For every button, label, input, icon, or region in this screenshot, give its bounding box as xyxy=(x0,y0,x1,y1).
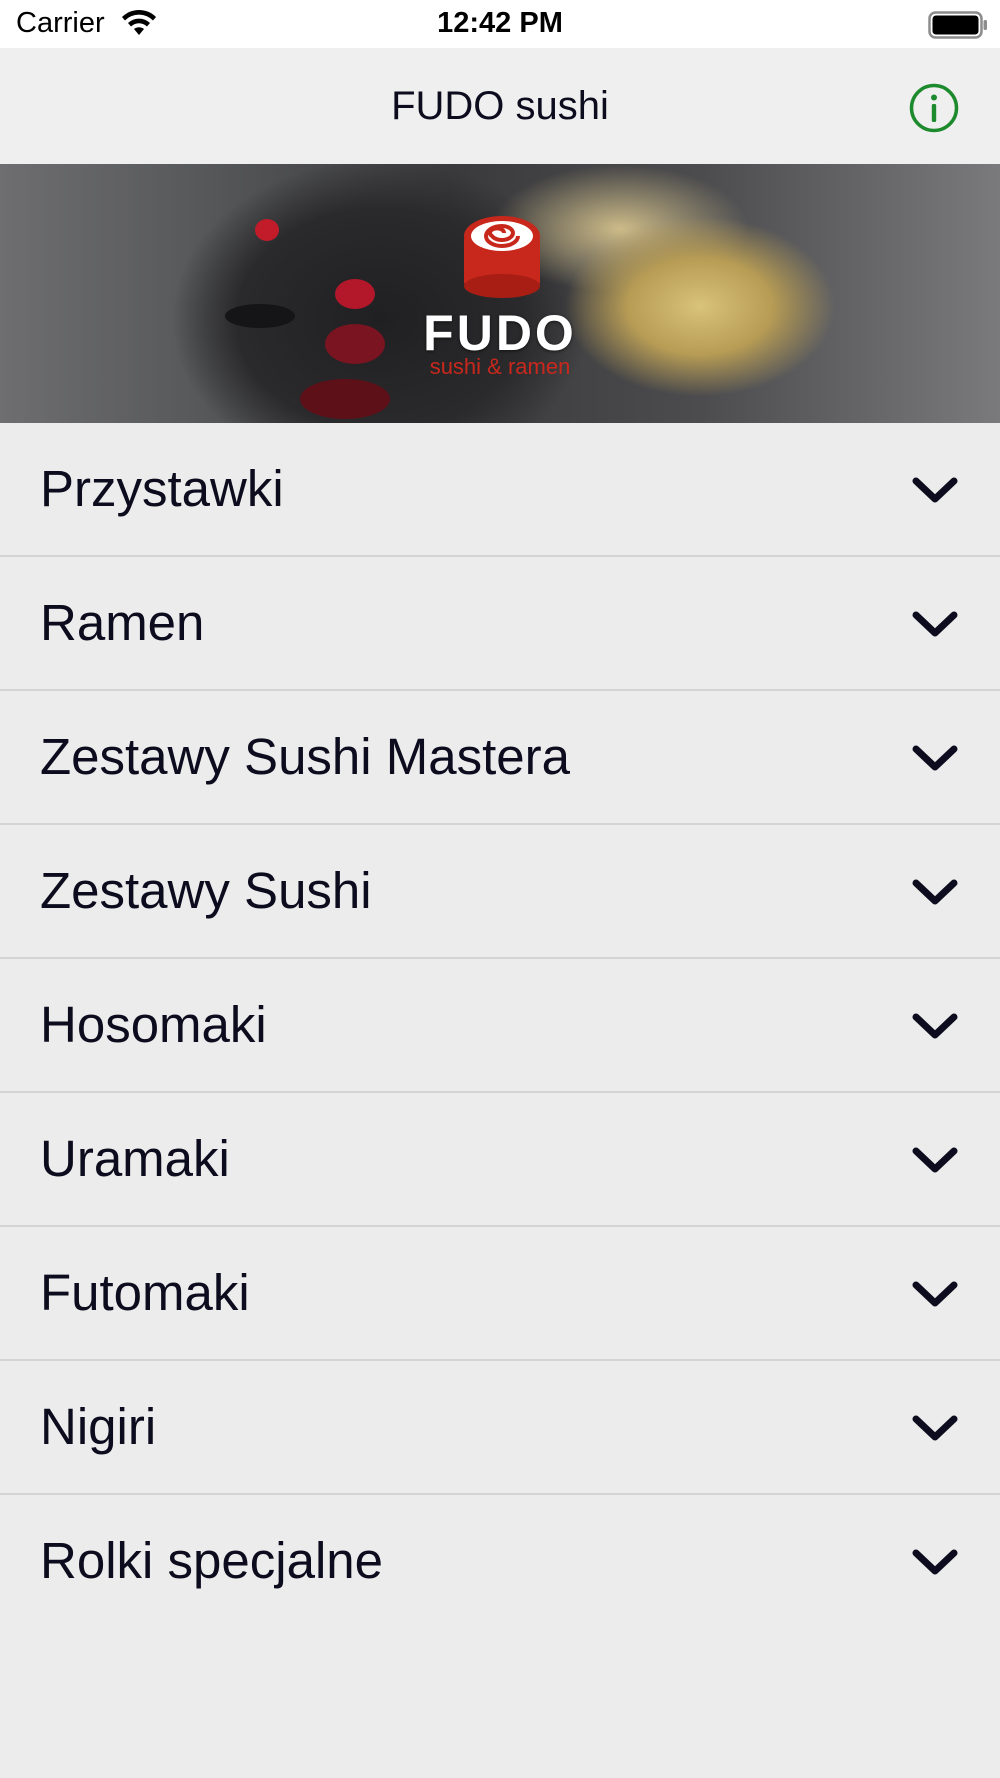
status-bar: Carrier 12:42 PM xyxy=(0,0,1000,48)
menu-category-label: Przystawki xyxy=(40,460,284,517)
chevron-down-icon xyxy=(912,611,958,637)
chevron-down-icon xyxy=(912,1549,958,1575)
menu-category-hosomaki[interactable]: Hosomaki xyxy=(0,959,1000,1093)
menu-category-label: Zestawy Sushi Mastera xyxy=(40,728,571,785)
menu-category-label: Futomaki xyxy=(40,1264,250,1321)
menu-category-label: Nigiri xyxy=(40,1398,157,1455)
menu-category-futomaki[interactable]: Futomaki xyxy=(0,1227,1000,1361)
menu-category-label: Zestawy Sushi xyxy=(40,862,372,919)
menu-category-nigiri[interactable]: Nigiri xyxy=(0,1361,1000,1495)
chevron-down-icon xyxy=(912,1147,958,1173)
sushi-roll-icon xyxy=(464,216,540,298)
chevron-down-icon xyxy=(912,477,958,503)
status-time: 12:42 PM xyxy=(437,7,563,39)
menu-category-label: Ramen xyxy=(40,594,205,651)
chevron-down-icon xyxy=(912,745,958,771)
battery-icon xyxy=(928,11,987,39)
hero-banner: FUDO sushi & ramen xyxy=(0,164,1000,423)
menu-category-label: Rolki specjalne xyxy=(40,1532,384,1589)
chevron-down-icon xyxy=(912,1013,958,1039)
menu-category-rolki-specjalne[interactable]: Rolki specjalne xyxy=(0,1495,1000,1629)
chevron-down-icon xyxy=(912,1415,958,1441)
chevron-down-icon xyxy=(912,879,958,905)
menu-category-przystawki[interactable]: Przystawki xyxy=(0,423,1000,557)
menu-category-label: Uramaki xyxy=(40,1130,230,1187)
page-title: FUDO sushi xyxy=(391,84,609,128)
menu-category-zestawy-sushi-mastera[interactable]: Zestawy Sushi Mastera xyxy=(0,691,1000,825)
menu-category-uramaki[interactable]: Uramaki xyxy=(0,1093,1000,1227)
brand-logo: FUDO sushi & ramen xyxy=(0,214,1000,404)
info-circle-icon[interactable] xyxy=(908,82,960,134)
menu-category-zestawy-sushi[interactable]: Zestawy Sushi xyxy=(0,825,1000,959)
menu-category-list: Przystawki Ramen Zestawy Sushi Mastera Z… xyxy=(0,423,1000,1629)
brand-tagline: sushi & ramen xyxy=(429,354,571,379)
menu-category-ramen[interactable]: Ramen xyxy=(0,557,1000,691)
menu-category-label: Hosomaki xyxy=(40,996,267,1053)
chevron-down-icon xyxy=(912,1281,958,1307)
navigation-bar: FUDO sushi xyxy=(0,48,1000,164)
